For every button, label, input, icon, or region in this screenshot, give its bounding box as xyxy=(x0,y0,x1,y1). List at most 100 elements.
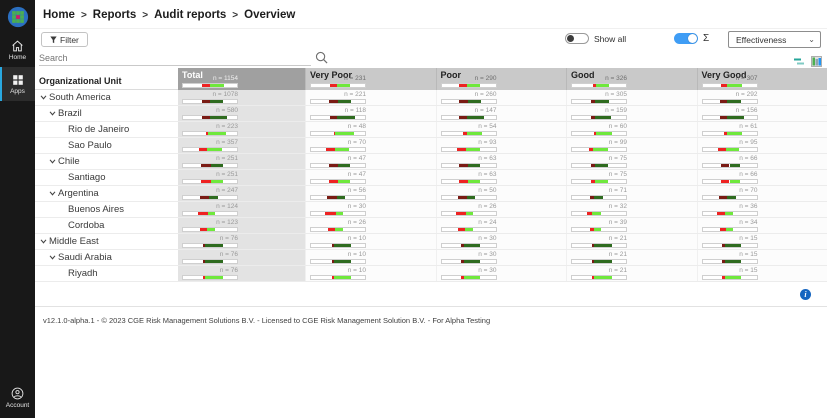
bar-green-segment xyxy=(334,276,351,279)
distribution-bar xyxy=(310,259,366,264)
value-cell: n = 247 xyxy=(178,186,305,201)
org-unit-label: Argentina xyxy=(58,188,99,199)
distribution-bar xyxy=(701,163,758,168)
value-cell: n = 260 xyxy=(435,90,566,105)
bar-green-segment xyxy=(205,276,223,279)
effectiveness-dropdown[interactable]: Effectiveness ⌄ xyxy=(728,31,821,48)
distribution-bar xyxy=(310,99,366,104)
value-cell: n = 48 xyxy=(305,122,436,137)
org-unit-cell[interactable]: Santiago xyxy=(35,170,178,185)
n-count-label: n = 95 xyxy=(739,139,758,146)
table-row: Saudi Arabia n = 76 n = 10 n = 30 n = 21 n = … xyxy=(35,250,827,266)
column-header-poor[interactable]: Poor n = 290 xyxy=(435,68,566,90)
cell-summary: n = 30 xyxy=(310,203,366,216)
distribution-bar xyxy=(571,115,627,120)
value-cell: n = 56 xyxy=(305,186,436,201)
n-count-label: n = 26 xyxy=(478,203,497,210)
bar-green-segment xyxy=(335,132,354,135)
cell-summary: n = 10 xyxy=(310,251,366,264)
distribution-bar xyxy=(701,259,758,264)
breadcrumb-item[interactable]: Home xyxy=(43,9,75,21)
info-icon[interactable]: i xyxy=(800,289,811,300)
bar-green-segment xyxy=(725,212,733,215)
sidebar-item-apps[interactable]: Apps xyxy=(0,67,35,101)
collapse-chevron-icon[interactable] xyxy=(40,239,47,244)
distribution-bar xyxy=(571,83,627,88)
search-input[interactable] xyxy=(39,51,311,66)
cell-summary: n = 124 xyxy=(182,203,238,216)
collapse-chevron-icon[interactable] xyxy=(49,111,56,116)
value-cell: n = 95 xyxy=(696,138,827,153)
cell-summary: n = 15 xyxy=(701,235,758,248)
n-count-label: n = 124 xyxy=(216,203,238,210)
column-header-good[interactable]: Good n = 326 xyxy=(566,68,697,90)
value-cell: n = 10 xyxy=(305,234,436,249)
sidebar-item-account[interactable]: Account xyxy=(0,380,35,415)
cell-summary: n = 63 xyxy=(440,155,497,168)
org-unit-cell[interactable]: Cordoba xyxy=(35,218,178,233)
breadcrumb-item[interactable]: Overview xyxy=(244,9,295,21)
bar-green-segment xyxy=(467,180,481,183)
distribution-bar xyxy=(701,147,758,152)
distribution-bar xyxy=(571,195,627,200)
value-cell: n = 75 xyxy=(566,170,697,185)
distribution-bar xyxy=(310,179,366,184)
sidebar-item-label: Account xyxy=(5,402,30,409)
dropdown-value: Effectiveness xyxy=(736,34,787,45)
cell-summary: n = 95 xyxy=(701,139,758,152)
bar-green-segment xyxy=(595,180,608,183)
org-unit-cell[interactable]: South America xyxy=(35,90,178,105)
value-cell: n = 1078 xyxy=(178,90,305,105)
bar-green-segment xyxy=(729,180,741,183)
org-unit-cell[interactable]: Rio de Janeiro xyxy=(35,122,178,137)
value-cell: n = 15 xyxy=(696,266,827,281)
column-header-very-poor[interactable]: Very Poor n = 231 xyxy=(305,68,436,90)
collapse-chevron-icon[interactable] xyxy=(49,191,56,196)
sigma-toggle[interactable] xyxy=(674,33,698,44)
bar-red-segment xyxy=(199,148,208,151)
table-row: Rio de Janeiro n = 223 n = 48 n = 54 n = 60 n… xyxy=(35,122,827,138)
org-unit-cell[interactable]: Buenos Aires xyxy=(35,202,178,217)
search-icon[interactable] xyxy=(315,51,328,69)
org-unit-cell[interactable]: Argentina xyxy=(35,186,178,201)
org-unit-cell[interactable]: Brazil xyxy=(35,106,178,121)
toolbar: Filter Show all Σ Effectiveness ⌄ xyxy=(35,29,827,50)
column-header-total[interactable]: Total n = 1154 xyxy=(178,68,305,90)
distribution-bar xyxy=(440,83,497,88)
cell-summary: n = 10 xyxy=(310,235,366,248)
column-header-very-good[interactable]: Very Good n = 307 xyxy=(696,68,827,90)
sidebar-item-home[interactable]: Home xyxy=(0,33,35,67)
apps-grid-icon xyxy=(12,75,23,85)
org-unit-cell[interactable]: Middle East xyxy=(35,234,178,249)
breadcrumb-item[interactable]: Reports xyxy=(93,9,136,21)
collapse-chevron-icon[interactable] xyxy=(49,255,56,260)
cge-logo-icon xyxy=(7,6,28,27)
bar-green-segment xyxy=(207,212,215,215)
org-unit-cell[interactable]: Riyadh xyxy=(35,266,178,281)
bar-green-segment xyxy=(463,260,481,263)
breadcrumb-item[interactable]: Audit reports xyxy=(154,9,226,21)
org-unit-cell[interactable]: Saudi Arabia xyxy=(35,250,178,265)
value-cell: n = 66 xyxy=(696,170,827,185)
bar-red-segment xyxy=(458,100,468,103)
org-unit-cell[interactable]: Chile xyxy=(35,154,178,169)
collapse-chevron-icon[interactable] xyxy=(49,159,56,164)
org-unit-label: Middle East xyxy=(49,236,99,247)
bar-green-segment xyxy=(465,228,473,231)
breadcrumb-bar: Home > Reports > Audit reports > Overview xyxy=(35,0,827,29)
column-summary: n = 1154 xyxy=(182,75,238,88)
bar-green-segment xyxy=(463,244,481,247)
value-cell: n = 34 xyxy=(696,218,827,233)
distribution-bar xyxy=(310,131,366,136)
distribution-bar xyxy=(440,195,497,200)
filter-button[interactable]: Filter xyxy=(41,32,88,47)
org-unit-label: Rio de Janeiro xyxy=(68,124,130,135)
column-summary: n = 231 xyxy=(310,75,366,88)
n-count-label: n = 21 xyxy=(608,267,627,274)
app-logo[interactable] xyxy=(0,0,35,33)
show-all-toggle[interactable] xyxy=(565,33,589,44)
distribution-bar xyxy=(310,115,366,120)
org-unit-cell[interactable]: Sao Paulo xyxy=(35,138,178,153)
collapse-chevron-icon[interactable] xyxy=(40,95,47,100)
n-count-label: n = 39 xyxy=(608,219,627,226)
